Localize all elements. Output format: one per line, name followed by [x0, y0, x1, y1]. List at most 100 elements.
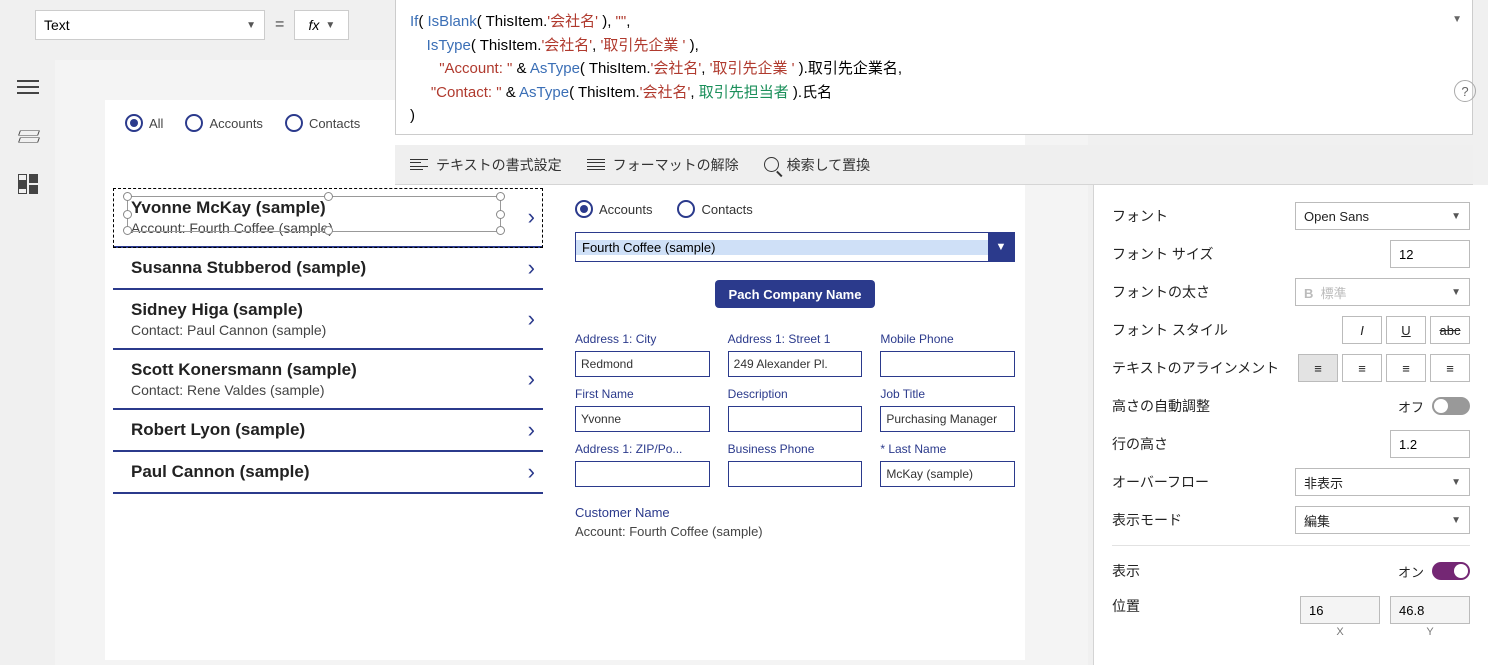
gallery-item[interactable]: Yvonne McKay (sample) Account: Fourth Co…: [113, 188, 543, 248]
chevron-right-icon[interactable]: ›: [528, 306, 535, 332]
find-replace-button[interactable]: 検索して置換: [764, 155, 871, 175]
overflow-select[interactable]: 非表示▼: [1295, 468, 1470, 496]
field-street: Address 1: Street 1249 Alexander Pl.: [728, 332, 863, 377]
field-businessphone: Business Phone: [728, 442, 863, 487]
remove-format-button[interactable]: フォーマットの解除: [587, 155, 739, 175]
font-select[interactable]: Open Sans▼: [1295, 202, 1470, 230]
input-street[interactable]: 249 Alexander Pl.: [728, 351, 863, 377]
strike-button[interactable]: abc: [1430, 316, 1470, 344]
input-description[interactable]: [728, 406, 863, 432]
search-icon: [764, 157, 779, 172]
fontsize-label: フォント サイズ: [1112, 244, 1213, 264]
format-text-button[interactable]: テキストの書式設定: [410, 155, 562, 175]
fontweight-label: フォントの太さ: [1112, 282, 1210, 302]
fx-label: fx: [308, 17, 319, 33]
form-area: Accounts Contacts Fourth Coffee (sample)…: [575, 200, 1015, 539]
radio-all[interactable]: All: [125, 114, 163, 132]
property-name: Text: [44, 17, 70, 33]
item-title: Paul Cannon (sample): [131, 462, 503, 482]
patch-button[interactable]: Pach Company Name: [715, 280, 875, 308]
chevron-down-icon: ▼: [246, 20, 256, 31]
align-justify-button[interactable]: ≡: [1430, 354, 1470, 382]
fontstyle-label: フォント スタイル: [1112, 320, 1228, 340]
radio-accounts[interactable]: Accounts: [185, 114, 262, 132]
gallery-item[interactable]: Sidney Higa (sample) Contact: Paul Canno…: [113, 290, 543, 350]
field-description: Description: [728, 387, 863, 432]
format-icon: [410, 158, 428, 172]
gallery-item[interactable]: Paul Cannon (sample) ›: [113, 452, 543, 494]
hamburger-icon[interactable]: [17, 78, 39, 96]
field-grid: Address 1: CityRedmond Address 1: Street…: [575, 332, 1015, 487]
chevron-right-icon[interactable]: ›: [528, 204, 535, 230]
field-lastname: * Last NameMcKay (sample): [880, 442, 1015, 487]
form-radio-contacts[interactable]: Contacts: [677, 200, 752, 218]
position-x-input[interactable]: [1300, 596, 1380, 624]
input-city[interactable]: Redmond: [575, 351, 710, 377]
item-title: Susanna Stubberod (sample): [131, 258, 503, 278]
chevron-right-icon[interactable]: ›: [528, 255, 535, 281]
formula-toolbar: テキストの書式設定 フォーマットの解除 検索して置換: [395, 145, 1473, 185]
property-dropdown[interactable]: Text ▼: [35, 10, 265, 40]
fontweight-select[interactable]: B 標準▼: [1295, 278, 1470, 306]
position-label: 位置: [1112, 596, 1140, 616]
lineheight-input[interactable]: [1390, 430, 1470, 458]
fx-button[interactable]: fx ▼: [294, 10, 349, 40]
position-y-input[interactable]: [1390, 596, 1470, 624]
chevron-down-icon[interactable]: ▼: [988, 233, 1014, 261]
field-jobtitle: Job TitlePurchasing Manager: [880, 387, 1015, 432]
top-filter-row: All Accounts Contacts: [125, 114, 360, 132]
field-zip: Address 1: ZIP/Po...: [575, 442, 710, 487]
form-radio-accounts[interactable]: Accounts: [575, 200, 652, 218]
item-title: Sidney Higa (sample): [131, 300, 503, 320]
field-mobile: Mobile Phone: [880, 332, 1015, 377]
autoheight-toggle[interactable]: [1432, 397, 1470, 415]
align-center-button[interactable]: ≡: [1342, 354, 1382, 382]
company-combobox[interactable]: Fourth Coffee (sample) ▼: [575, 232, 1015, 262]
input-firstname[interactable]: Yvonne: [575, 406, 710, 432]
gallery-item[interactable]: Robert Lyon (sample) ›: [113, 410, 543, 452]
field-city: Address 1: CityRedmond: [575, 332, 710, 377]
align-label: テキストのアラインメント: [1112, 358, 1279, 378]
chevron-down-icon: ▼: [325, 20, 335, 31]
italic-button[interactable]: I: [1342, 316, 1382, 344]
radio-contacts[interactable]: Contacts: [285, 114, 360, 132]
chevron-right-icon[interactable]: ›: [528, 417, 535, 443]
item-subtitle: Contact: Rene Valdes (sample): [131, 382, 503, 398]
align-right-button[interactable]: ≡: [1386, 354, 1426, 382]
fontsize-input[interactable]: [1390, 240, 1470, 268]
field-firstname: First NameYvonne: [575, 387, 710, 432]
font-label: フォント: [1112, 206, 1168, 226]
customer-name-block: Customer Name Account: Fourth Coffee (sa…: [575, 505, 1015, 539]
item-subtitle: Contact: Paul Cannon (sample): [131, 322, 503, 338]
help-icon[interactable]: ?: [1454, 80, 1476, 102]
input-lastname[interactable]: McKay (sample): [880, 461, 1015, 487]
input-mobile[interactable]: [880, 351, 1015, 377]
displaymode-label: 表示モード: [1112, 510, 1182, 530]
gallery-item[interactable]: Scott Konersmann (sample) Contact: Rene …: [113, 350, 543, 410]
gallery-item[interactable]: Susanna Stubberod (sample) ›: [113, 248, 543, 290]
chevron-right-icon[interactable]: ›: [528, 459, 535, 485]
chevron-right-icon[interactable]: ›: [528, 366, 535, 392]
equals-label: =: [275, 16, 284, 34]
displaymode-select[interactable]: 編集▼: [1295, 506, 1470, 534]
tree-view-icon[interactable]: [17, 126, 39, 144]
lineheight-label: 行の高さ: [1112, 434, 1168, 454]
visible-toggle[interactable]: [1432, 562, 1470, 580]
input-businessphone[interactable]: [728, 461, 863, 487]
input-jobtitle[interactable]: Purchasing Manager: [880, 406, 1015, 432]
insert-icon[interactable]: [18, 174, 38, 194]
item-title: Scott Konersmann (sample): [131, 360, 503, 380]
visible-label: 表示: [1112, 561, 1140, 581]
gallery[interactable]: Yvonne McKay (sample) Account: Fourth Co…: [113, 188, 543, 494]
align-left-button[interactable]: ≡: [1298, 354, 1338, 382]
item-title: Yvonne McKay (sample): [131, 198, 503, 218]
overflow-label: オーバーフロー: [1112, 472, 1209, 492]
left-rail: [0, 60, 55, 660]
item-subtitle: Account: Fourth Coffee (sample): [131, 220, 503, 236]
remove-format-icon: [587, 158, 605, 172]
autoheight-label: 高さの自動調整: [1112, 396, 1210, 416]
input-zip[interactable]: [575, 461, 710, 487]
properties-pane: フォント Open Sans▼ フォント サイズ フォントの太さ B 標準▼ フ…: [1093, 185, 1488, 665]
underline-button[interactable]: U: [1386, 316, 1426, 344]
item-title: Robert Lyon (sample): [131, 420, 503, 440]
